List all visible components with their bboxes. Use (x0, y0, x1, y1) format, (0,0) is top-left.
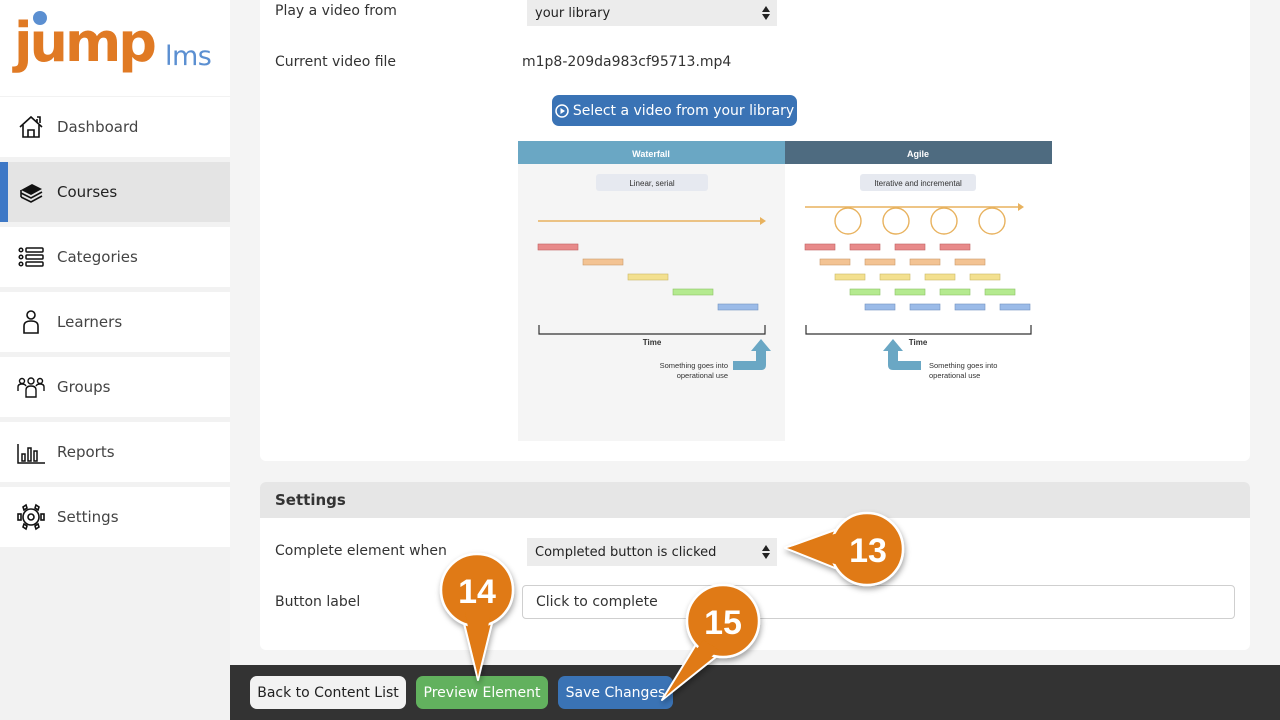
select-video-label: Select a video from your library (572, 102, 795, 119)
sidebar-item-reports[interactable]: Reports (0, 422, 230, 482)
sidebar-item-categories[interactable]: Categories (0, 227, 230, 287)
button-label-label: Button label (275, 594, 361, 610)
logo[interactable]: jump lms (0, 0, 230, 96)
agile-phase-bar (999, 303, 1031, 311)
video-panel: Play a video from your library Current v… (260, 0, 1250, 461)
agile-phase-bar (804, 243, 836, 251)
sidebar-item-label: Dashboard (57, 118, 139, 136)
agile-phase-bar (879, 273, 911, 281)
sidebar-item-settings[interactable]: Settings (0, 487, 230, 547)
bar-chart-icon (17, 444, 45, 464)
agile-phase-bar (984, 288, 1016, 296)
group-icon (17, 377, 45, 398)
video-thumbnail-diagram: Waterfall Linear, serial Time Something … (518, 141, 1052, 441)
agile-phase-bar (909, 258, 941, 266)
sidebar-item-learners[interactable]: Learners (0, 292, 230, 352)
books-icon (20, 184, 43, 203)
user-icon (23, 310, 39, 334)
settings-heading: Settings (260, 482, 1250, 518)
button-label-value: Click to complete (536, 594, 658, 610)
list-icon (18, 247, 44, 267)
sidebar-item-courses[interactable]: Courses (0, 162, 230, 222)
waterfall-note-1: Something goes into (660, 361, 728, 370)
main-content: Play a video from your library Current v… (230, 0, 1280, 665)
agile-note-2: operational use (929, 371, 980, 380)
agile-phase-bar (969, 273, 1001, 281)
agile-phase-bar (849, 243, 881, 251)
agile-phase-bar (924, 273, 956, 281)
waterfall-phase-bar (537, 243, 579, 251)
current-file-label: Current video file (275, 54, 397, 70)
complete-element-label: Complete element when (275, 543, 447, 559)
agile-phase-bar (864, 258, 896, 266)
waterfall-phase-bar (717, 303, 759, 311)
agile-title: Agile (907, 149, 929, 159)
agile-axis-label: Time (909, 338, 928, 347)
agile-phase-bar (864, 303, 896, 311)
waterfall-phase-bar (672, 288, 714, 296)
agile-phase-bar (894, 243, 926, 251)
sidebar-item-label: Learners (57, 313, 123, 331)
waterfall-note-2: operational use (677, 371, 728, 380)
settings-panel: Settings Complete element when Completed… (260, 482, 1250, 650)
preview-element-button[interactable]: Preview Element (416, 676, 548, 709)
save-changes-button[interactable]: Save Changes (558, 676, 673, 709)
gear-icon (17, 503, 45, 531)
button-label-input[interactable]: Click to complete (522, 585, 1235, 619)
waterfall-axis-label: Time (643, 338, 662, 347)
waterfall-phase-bar (627, 273, 669, 281)
play-from-value: your library (535, 5, 611, 21)
sidebar-item-groups[interactable]: Groups (0, 357, 230, 417)
waterfall-phase-bar (582, 258, 624, 266)
waterfall-tag: Linear, serial (629, 179, 675, 188)
agile-phase-bar (939, 243, 971, 251)
agile-phase-bar (849, 288, 881, 296)
select-video-button[interactable]: Select a video from your library (552, 95, 797, 126)
complete-element-value: Completed button is clicked (535, 544, 717, 560)
home-icon (19, 115, 43, 138)
agile-phase-bar (954, 258, 986, 266)
sidebar-item-label: Groups (57, 378, 111, 396)
play-from-label: Play a video from (275, 3, 397, 19)
agile-phase-bar (954, 303, 986, 311)
agile-phase-bar (894, 288, 926, 296)
play-circle-icon (555, 103, 569, 118)
agile-phase-bar (819, 258, 851, 266)
sidebar-item-dashboard[interactable]: Dashboard (0, 97, 230, 157)
agile-phase-bar (834, 273, 866, 281)
complete-element-select[interactable]: Completed button is clicked (527, 538, 777, 566)
sidebar: jump lms Dashboard Courses Categories Le… (0, 0, 230, 720)
footer-action-bar: Back to Content List Preview Element Sav… (230, 665, 1280, 720)
waterfall-title: Waterfall (632, 149, 670, 159)
agile-phase-bar (939, 288, 971, 296)
select-arrows-icon (762, 6, 770, 20)
back-to-content-list-button[interactable]: Back to Content List (250, 676, 406, 709)
agile-phase-bar (909, 303, 941, 311)
agile-note-1: Something goes into (929, 361, 997, 370)
sidebar-item-label: Categories (57, 248, 138, 266)
agile-tag: Iterative and incremental (874, 179, 962, 188)
select-arrows-icon (762, 545, 770, 559)
logo-suffix: lms (165, 41, 212, 72)
play-from-select[interactable]: your library (527, 0, 777, 26)
sidebar-item-label: Settings (57, 508, 119, 526)
sidebar-item-label: Reports (57, 443, 115, 461)
sidebar-item-label: Courses (57, 183, 118, 201)
current-file-value: m1p8-209da983cf95713.mp4 (522, 54, 732, 70)
logo-text: jump (14, 11, 157, 74)
